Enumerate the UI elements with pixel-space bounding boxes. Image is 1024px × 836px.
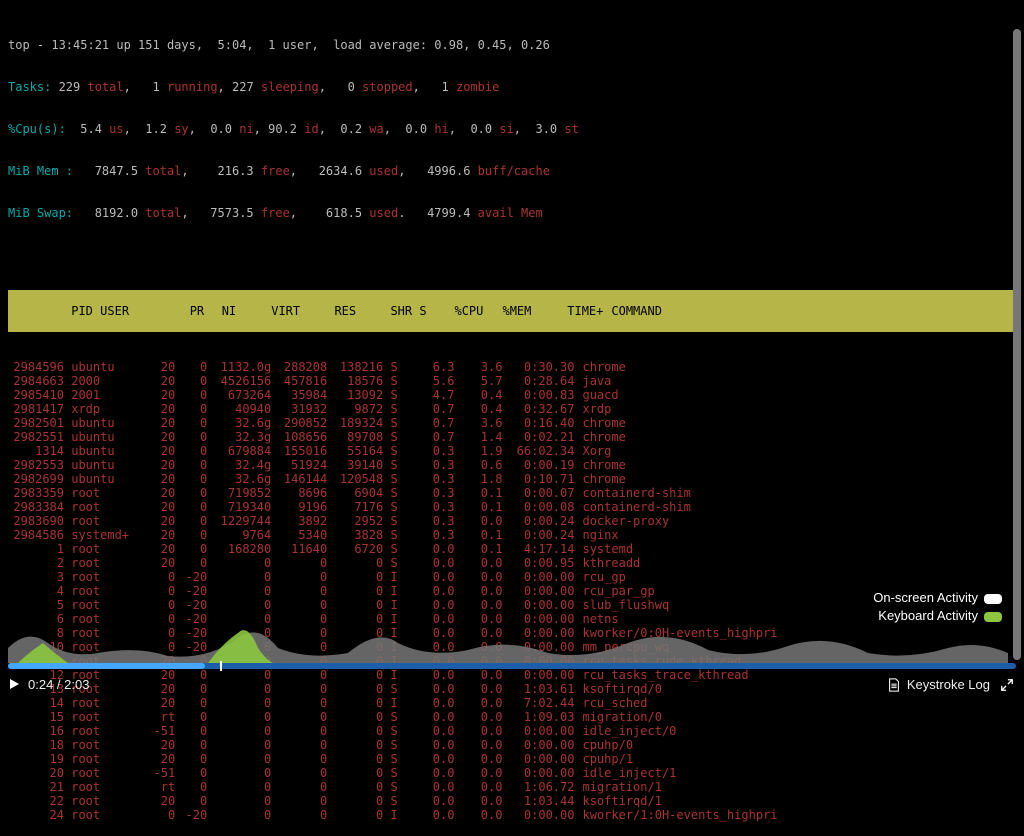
process-row: 2982553 ubuntu20032.4g5192439140 S0.30.6…	[8, 458, 1015, 472]
process-row: 18 root200000 S0.00.00:00.00cpuhp/0	[8, 738, 1015, 752]
document-icon	[887, 678, 901, 692]
process-row: 10 root0-20000 I0.00.00:00.00mm_percpu_w…	[8, 640, 1015, 654]
process-row: 2 root200000 S0.00.00:00.95kthreadd	[8, 556, 1015, 570]
process-row: 2982699 ubuntu20032.6g146144120548 S0.31…	[8, 472, 1015, 486]
process-row: 2984663 2000200452615645781618576 S5.65.…	[8, 374, 1015, 388]
process-row: 6 root0-20000 I0.00.00:00.00netns	[8, 612, 1015, 626]
process-row: 2983384 root20071934091967176 S0.30.10:0…	[8, 500, 1015, 514]
process-row: 1 root200168280116406720 S0.00.14:17.14s…	[8, 542, 1015, 556]
process-row: 2983359 root20071985286966904 S0.30.10:0…	[8, 486, 1015, 500]
process-row: 5 root0-20000 I0.00.00:00.00slub_flushwq	[8, 598, 1015, 612]
player-controls: 0:24 / 2:03 Keystroke Log	[0, 671, 1024, 699]
process-table-body: 2984596 ubuntu2001132.0g288208138216 S6.…	[8, 360, 1015, 822]
legend-screen-chip	[984, 594, 1002, 604]
process-row: 2983690 root200122974438922952 S0.30.00:…	[8, 514, 1015, 528]
process-row: 2985410 20012006732643598413092 S4.70.40…	[8, 388, 1015, 402]
process-row: 2982551 ubuntu20032.3g10865689708 S0.71.…	[8, 430, 1015, 444]
process-row: 2984586 systemd+200976453403828 S0.30.10…	[8, 528, 1015, 542]
mem-line: MiB Mem : 7847.5 total, 216.3 free, 2634…	[8, 164, 1015, 178]
process-row: 1314 ubuntu20067988415501655164 S0.31.96…	[8, 444, 1015, 458]
process-row: 2981417 xrdp20040940319329872 S0.70.40:3…	[8, 402, 1015, 416]
legend-keyboard-chip	[984, 612, 1002, 622]
process-row: 19 root200000 S0.00.00:00.00cpuhp/1	[8, 752, 1015, 766]
process-row: 22 root200000 S0.00.01:03.44ksoftirqd/1	[8, 794, 1015, 808]
activity-legend: On-screen Activity Keyboard Activity	[873, 589, 1002, 625]
playback-timeline[interactable]	[8, 663, 1016, 669]
playback-progress	[8, 663, 205, 669]
play-button[interactable]	[0, 678, 28, 692]
play-icon	[8, 678, 20, 690]
expand-icon	[1000, 678, 1014, 692]
keystroke-log-label: Keystroke Log	[907, 678, 990, 692]
process-row: 20 root-510000 S0.00.00:00.00idle_inject…	[8, 766, 1015, 780]
process-row: 2984596 ubuntu2001132.0g288208138216 S6.…	[8, 360, 1015, 374]
process-table-header: PID USERPRNIVIRTRESSHR S%CPU%MEMTIME+COM…	[8, 290, 1015, 332]
process-row: 16 root-510000 S0.00.00:00.00idle_inject…	[8, 724, 1015, 738]
process-row: 21 rootrt0000 S0.00.01:06.72migration/1	[8, 780, 1015, 794]
process-row: 8 root0-20000 I0.00.00:00.00kworker/0:0H…	[8, 626, 1015, 640]
timeline-marker	[220, 661, 222, 671]
process-row: 3 root0-20000 I0.00.00:00.00rcu_gp	[8, 570, 1015, 584]
scrollbar-thumb[interactable]	[1013, 29, 1021, 660]
process-row: 24 root0-20000 I0.00.00:00.00kworker/1:0…	[8, 808, 1015, 822]
cpu-line: %Cpu(s): 5.4 us, 1.2 sy, 0.0 ni, 90.2 id…	[8, 122, 1015, 136]
legend-screen-label: On-screen Activity	[873, 590, 978, 605]
swap-line: MiB Swap: 8192.0 total, 7573.5 free, 618…	[8, 206, 1015, 220]
process-row: 15 rootrt0000 S0.00.01:09.03migration/0	[8, 710, 1015, 724]
uptime-line: top - 13:45:21 up 151 days, 5:04, 1 user…	[8, 38, 1015, 52]
process-row: 4 root0-20000 I0.00.00:00.00rcu_par_gp	[8, 584, 1015, 598]
legend-keyboard-label: Keyboard Activity	[878, 608, 978, 623]
process-row: 2982501 ubuntu20032.6g290852189324 S0.73…	[8, 416, 1015, 430]
tasks-line: Tasks: 229 total, 1 running, 227 sleepin…	[8, 80, 1015, 94]
keystroke-log-button[interactable]: Keystroke Log	[877, 678, 1024, 692]
playback-time: 0:24 / 2:03	[28, 678, 89, 692]
terminal-output: top - 13:45:21 up 151 days, 5:04, 1 user…	[0, 0, 1015, 670]
